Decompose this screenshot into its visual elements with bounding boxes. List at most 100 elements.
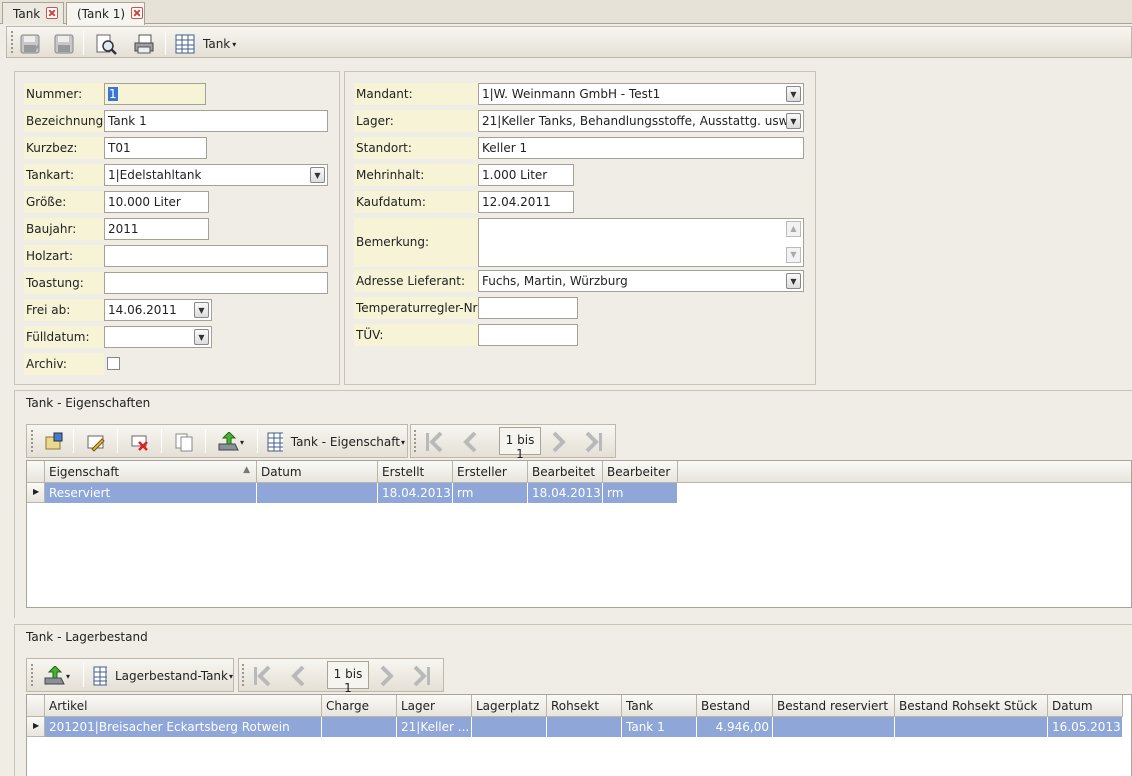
table-cell[interactable]: [547, 717, 622, 737]
tempregler-field[interactable]: [478, 297, 578, 319]
mandant-select[interactable]: 1|W. Weinmann GmbH - Test1 ▼: [478, 83, 804, 105]
scroll-up-icon[interactable]: ▲: [786, 221, 801, 237]
column-header-tank[interactable]: Tank: [622, 695, 697, 717]
column-header-lager[interactable]: Lager: [397, 695, 472, 717]
toolbar-separator: [83, 663, 84, 687]
table-row[interactable]: 201201|Breisacher Eckartsberg Rotwein: [45, 717, 322, 737]
mehrinhalt-field[interactable]: 1.000 Liter: [478, 164, 574, 186]
scroll-down-icon[interactable]: ▼: [786, 247, 801, 263]
column-header-lagerplatz[interactable]: Lagerplatz: [472, 695, 547, 717]
archiv-checkbox[interactable]: [107, 357, 120, 370]
print-button[interactable]: [131, 32, 157, 56]
table-cell[interactable]: rm: [453, 483, 528, 503]
table-cell[interactable]: [257, 483, 378, 503]
export-button[interactable]: ▾: [213, 430, 249, 454]
previous-record-button[interactable]: [285, 664, 311, 688]
table-cell[interactable]: 4.946,00: [697, 717, 773, 737]
chevron-down-icon[interactable]: ▼: [786, 86, 801, 102]
chevron-down-icon[interactable]: ▼: [786, 273, 801, 289]
lagerbestand-grid: Artikel Charge Lager Lagerplatz Rohsekt …: [26, 694, 1132, 776]
next-record-button[interactable]: [374, 664, 400, 688]
chevron-down-icon[interactable]: ▼: [310, 167, 325, 183]
close-icon[interactable]: [131, 7, 144, 19]
column-header-artikel[interactable]: Artikel: [45, 695, 322, 717]
copy-record-button[interactable]: [171, 430, 197, 454]
save-close-button[interactable]: [17, 32, 43, 56]
column-header-ersteller[interactable]: Ersteller: [453, 461, 528, 483]
table-cell[interactable]: 18.04.2013: [378, 483, 453, 503]
tab-tank[interactable]: Tank: [2, 2, 64, 24]
column-header-bearbeiter[interactable]: Bearbeiter: [603, 461, 678, 483]
delete-record-button[interactable]: [127, 430, 153, 454]
edit-record-button[interactable]: [83, 430, 109, 454]
column-label: Eigenschaft: [49, 465, 120, 479]
print-preview-button[interactable]: [93, 32, 119, 56]
kaufdatum-field[interactable]: 12.04.2011: [478, 191, 574, 213]
column-header-bestand-reserviert[interactable]: Bestand reserviert: [773, 695, 895, 717]
eigenschaft-menu-button[interactable]: Tank - Eigenschaft ▾: [267, 430, 405, 454]
close-icon[interactable]: [46, 7, 59, 19]
holzart-field[interactable]: [104, 245, 328, 267]
chevron-down-icon[interactable]: ▼: [194, 329, 209, 345]
table-menu-button[interactable]: Tank ▾: [175, 32, 241, 56]
first-record-button[interactable]: [421, 430, 447, 454]
bemerkung-textarea[interactable]: ▲ ▼: [478, 218, 804, 267]
lagerbestand-menu-button[interactable]: Lagerbestand-Tank ▾: [93, 664, 233, 688]
standort-field[interactable]: Keller 1: [478, 137, 804, 159]
previous-record-button[interactable]: [457, 430, 483, 454]
table-cell[interactable]: Tank 1: [622, 717, 697, 737]
save-button[interactable]: [51, 32, 77, 56]
table-cell[interactable]: 18.04.2013: [528, 483, 603, 503]
fuelldatum-date[interactable]: ▼: [104, 326, 212, 348]
frei-ab-label: Frei ab:: [24, 299, 104, 321]
tuev-field[interactable]: [478, 324, 578, 346]
column-header-bestand-rohsekt-stueck[interactable]: Bestand Rohsekt Stück: [895, 695, 1048, 717]
table-cell[interactable]: [472, 717, 547, 737]
toolbar-grip[interactable]: [414, 430, 417, 452]
last-record-button[interactable]: [409, 664, 435, 688]
kurzbez-field[interactable]: T01: [104, 137, 207, 159]
first-record-button[interactable]: [249, 664, 275, 688]
tankart-select[interactable]: 1|Edelstahltank ▼: [104, 164, 328, 186]
chevron-down-icon[interactable]: ▼: [194, 302, 209, 318]
table-icon: [267, 432, 283, 452]
column-header-eigenschaft[interactable]: Eigenschaft ▲: [45, 461, 257, 483]
nummer-field[interactable]: 1: [104, 83, 206, 105]
toastung-field[interactable]: [104, 272, 328, 294]
previous-icon: [463, 431, 477, 453]
new-record-button[interactable]: [41, 430, 67, 454]
groesse-field[interactable]: 10.000 Liter: [104, 191, 209, 213]
column-header-rohsekt[interactable]: Rohsekt: [547, 695, 622, 717]
next-record-button[interactable]: [546, 430, 572, 454]
tab-tank-1[interactable]: (Tank 1): [66, 2, 145, 25]
chevron-down-icon[interactable]: ▼: [786, 113, 801, 129]
row-indicator-icon[interactable]: ▶: [27, 483, 45, 503]
table-cell[interactable]: [895, 717, 1048, 737]
bezeichnung-field[interactable]: Tank 1: [104, 110, 328, 132]
toolbar-grip[interactable]: [242, 664, 245, 686]
column-header-datum[interactable]: Datum: [257, 461, 378, 483]
lieferant-select[interactable]: Fuchs, Martin, Würzburg ▼: [478, 270, 804, 292]
table-cell[interactable]: [773, 717, 895, 737]
table-cell[interactable]: rm: [603, 483, 678, 503]
table-cell[interactable]: [322, 717, 397, 737]
column-header-datum[interactable]: Datum: [1048, 695, 1123, 717]
table-row[interactable]: Reserviert: [45, 483, 257, 503]
table-cell[interactable]: 21|Keller ...: [397, 717, 472, 737]
baujahr-field[interactable]: 2011: [104, 218, 209, 240]
table-cell[interactable]: 16.05.2013: [1048, 717, 1123, 737]
column-header-charge[interactable]: Charge: [322, 695, 397, 717]
column-header-erstellt[interactable]: Erstellt: [378, 461, 453, 483]
frei-ab-date[interactable]: 14.06.2011 ▼: [104, 299, 212, 321]
lager-select[interactable]: 21|Keller Tanks, Behandlungsstoffe, Auss…: [478, 110, 804, 132]
export-button[interactable]: ▾: [39, 664, 75, 688]
row-indicator-icon[interactable]: ▶: [27, 717, 45, 737]
toolbar-grip[interactable]: [31, 430, 34, 452]
lagerbestand-toolbar: ▾ Lagerbestand-Tank ▾: [26, 658, 234, 692]
groesse-label: Größe:: [24, 191, 104, 213]
last-record-button[interactable]: [581, 430, 607, 454]
toolbar-grip[interactable]: [11, 31, 14, 53]
toolbar-grip[interactable]: [31, 664, 34, 686]
column-header-bearbeitet[interactable]: Bearbeitet: [528, 461, 603, 483]
column-header-bestand[interactable]: Bestand: [697, 695, 773, 717]
